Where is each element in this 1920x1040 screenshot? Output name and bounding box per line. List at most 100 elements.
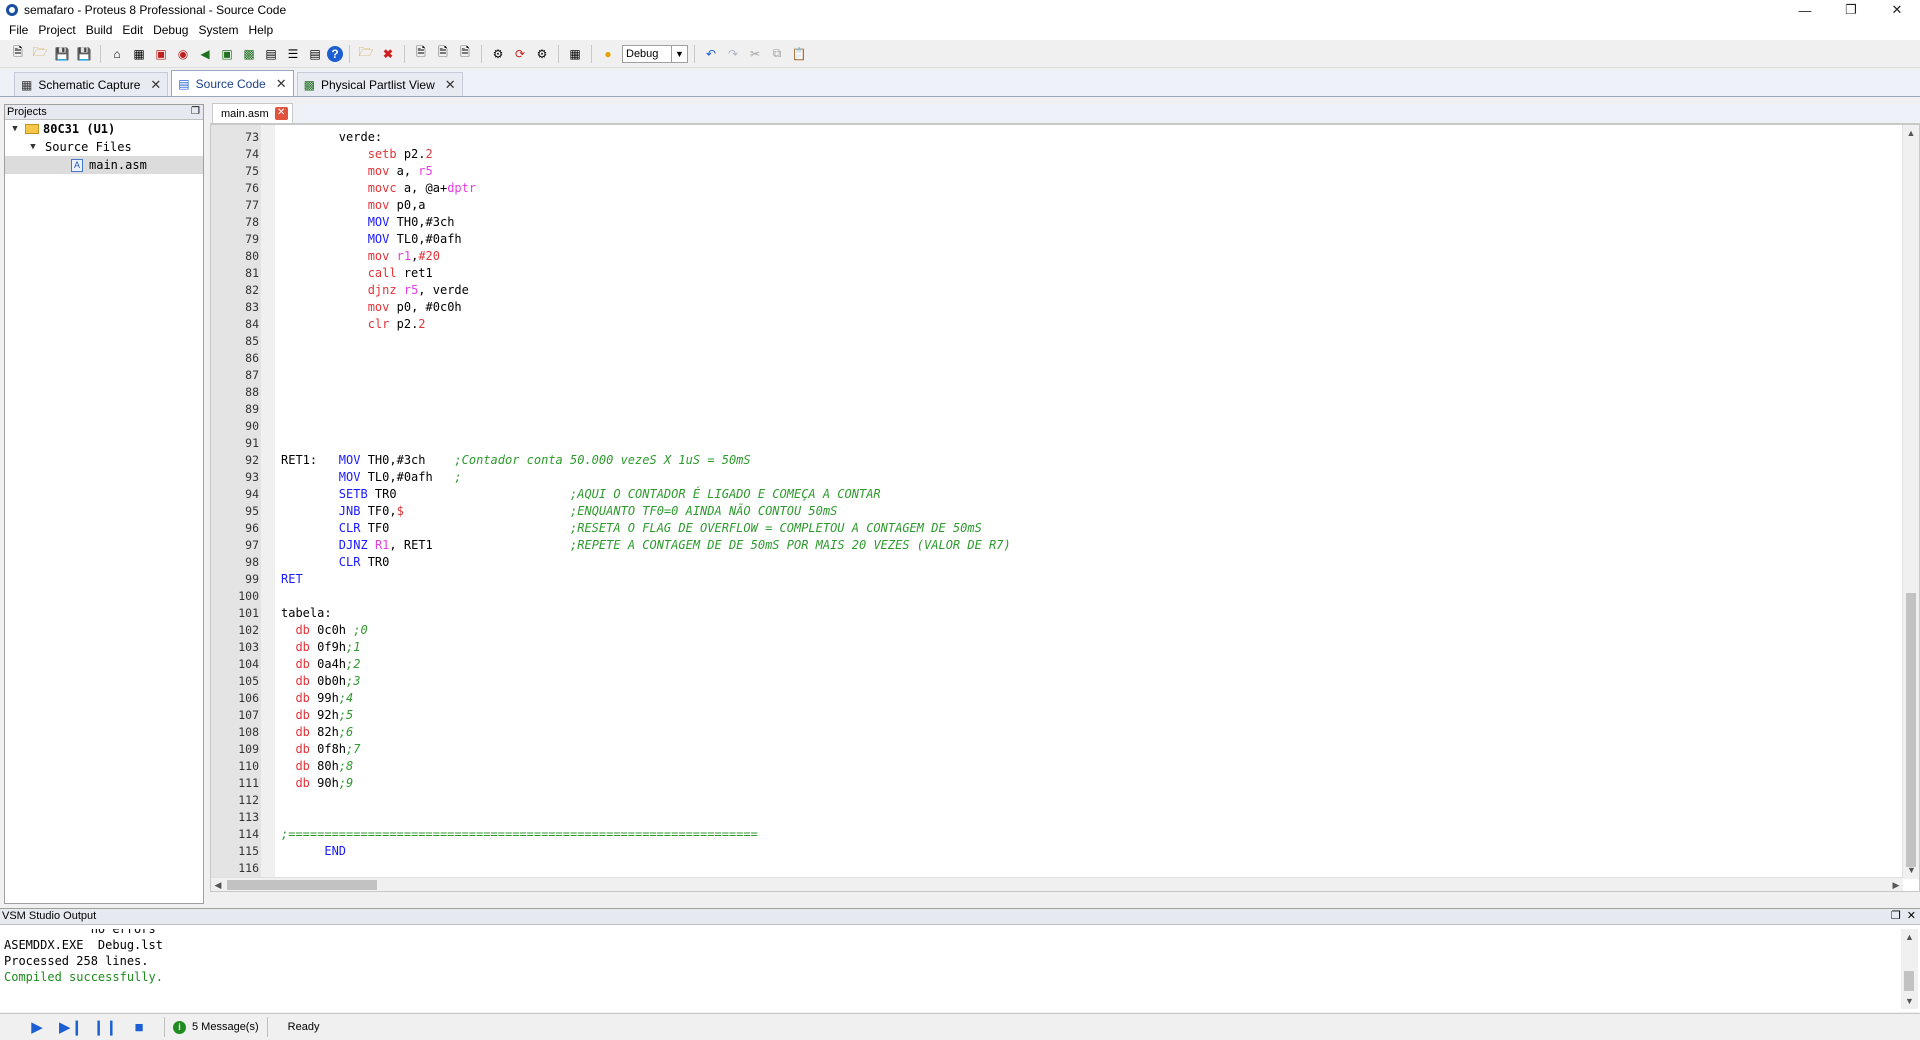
cut-icon[interactable]: ✂: [745, 44, 765, 64]
gerber-icon[interactable]: ◉: [173, 44, 193, 64]
code-line[interactable]: 96 CLR TF0 ;RESETA O FLAG DE OVERFLOW = …: [211, 520, 1891, 537]
play-icon[interactable]: ▶: [20, 1016, 54, 1038]
code-line[interactable]: 114 ;====================================…: [211, 826, 1891, 843]
code-line[interactable]: 78 MOV TH0,#3ch: [211, 214, 1891, 231]
code-line[interactable]: 110 db 80h;8: [211, 758, 1891, 775]
code-line[interactable]: 81 call ret1: [211, 265, 1891, 282]
code-line[interactable]: 87: [211, 367, 1891, 384]
code-line[interactable]: 112: [211, 792, 1891, 809]
code-line[interactable]: 84 clr p2.2: [211, 316, 1891, 333]
code-line[interactable]: 80 mov r1,#20: [211, 248, 1891, 265]
menu-system[interactable]: System: [193, 23, 243, 37]
close-icon[interactable]: ✕: [150, 77, 161, 93]
code-line[interactable]: 90: [211, 418, 1891, 435]
redo-icon[interactable]: ↷: [723, 44, 743, 64]
scroll-thumb[interactable]: [1906, 593, 1916, 867]
chevron-down-icon[interactable]: ▼: [9, 124, 21, 134]
pcb-layout-icon[interactable]: ▣: [151, 44, 171, 64]
code-line[interactable]: 109 db 0f8h;7: [211, 741, 1891, 758]
editor-tab-main-asm[interactable]: main.asm ✕: [212, 103, 293, 123]
copy-icon[interactable]: ⧉: [767, 44, 787, 64]
rebuild-icon[interactable]: ⟳: [510, 44, 530, 64]
code-line[interactable]: 104 db 0a4h;2: [211, 656, 1891, 673]
partlist-icon[interactable]: ☰: [283, 44, 303, 64]
chip-icon[interactable]: ▦: [565, 44, 585, 64]
new-source-icon[interactable]: 🗎: [411, 44, 431, 64]
menu-edit[interactable]: Edit: [117, 23, 148, 37]
code-line[interactable]: 85: [211, 333, 1891, 350]
notes-icon[interactable]: ▤: [261, 44, 281, 64]
code-line[interactable]: 105 db 0b0h;3: [211, 673, 1891, 690]
home-icon[interactable]: ⌂: [107, 44, 127, 64]
undo-icon[interactable]: ↶: [701, 44, 721, 64]
3d-viewer-icon[interactable]: ▣: [217, 44, 237, 64]
tree-item-source-files[interactable]: ▼ Source Files: [5, 138, 203, 156]
clean-icon[interactable]: ⚙: [532, 44, 552, 64]
code-line[interactable]: 100: [211, 588, 1891, 605]
code-line[interactable]: 115 END: [211, 843, 1891, 860]
code-line[interactable]: 92 RET1: MOV TH0,#3ch ;Contador conta 50.…: [211, 452, 1891, 469]
open-project-icon[interactable]: 🗁: [356, 44, 376, 64]
stop-icon[interactable]: ■: [122, 1016, 156, 1038]
menu-help[interactable]: Help: [243, 23, 278, 37]
code-line[interactable]: 93 MOV TL0,#0afh ;: [211, 469, 1891, 486]
scroll-right-icon[interactable]: ▶: [1889, 878, 1903, 892]
code-line[interactable]: 76 movc a, @a+dptr: [211, 180, 1891, 197]
build-config-select[interactable]: Debug ▼: [622, 44, 688, 63]
code-lines[interactable]: 73 verde: 74 setb p2.2 75 mov a, r5 76 movc…: [211, 129, 1891, 877]
step-icon[interactable]: ▶❙: [54, 1016, 88, 1038]
scroll-left-icon[interactable]: ◀: [211, 878, 225, 892]
code-line[interactable]: 74 setb p2.2: [211, 146, 1891, 163]
tree-item-80c31[interactable]: ▼ 80C31 (U1): [5, 120, 203, 138]
close-icon[interactable]: ✕: [445, 77, 456, 93]
chevron-down-icon[interactable]: ▼: [27, 142, 39, 152]
code-line[interactable]: 91: [211, 435, 1891, 452]
code-line[interactable]: 116: [211, 860, 1891, 877]
menu-project[interactable]: Project: [33, 23, 80, 37]
code-line[interactable]: 98 CLR TR0: [211, 554, 1891, 571]
code-line[interactable]: 77 mov p0,a: [211, 197, 1891, 214]
code-line[interactable]: 107 db 92h;5: [211, 707, 1891, 724]
menu-build[interactable]: Build: [81, 23, 118, 37]
code-line[interactable]: 113: [211, 809, 1891, 826]
scroll-thumb[interactable]: [1904, 971, 1914, 991]
tab-schematic-capture[interactable]: ▦ Schematic Capture ✕: [14, 72, 169, 96]
save-icon[interactable]: 💾: [52, 44, 72, 64]
scroll-up-icon[interactable]: ▲: [1903, 125, 1919, 142]
code-editor[interactable]: 73 verde: 74 setb p2.2 75 mov a, r5 76 movc…: [210, 124, 1920, 892]
help-icon[interactable]: ?: [327, 45, 343, 62]
float-panel-icon[interactable]: ❐: [1891, 909, 1901, 924]
new-file-icon[interactable]: 🗎: [8, 44, 28, 64]
code-line[interactable]: 102 db 0c0h ;0: [211, 622, 1891, 639]
code-line[interactable]: 108 db 82h;6: [211, 724, 1891, 741]
code-line[interactable]: 79 MOV TL0,#0afh: [211, 231, 1891, 248]
chevron-down-icon[interactable]: ▼: [672, 44, 688, 63]
delete-icon[interactable]: ✖: [378, 44, 398, 64]
messages-indicator[interactable]: i 5 Message(s): [173, 1020, 259, 1034]
add-source-icon[interactable]: 🗎: [433, 44, 453, 64]
close-icon[interactable]: ✕: [274, 107, 288, 120]
open-folder-icon[interactable]: 🗁: [30, 44, 50, 64]
code-line[interactable]: 75 mov a, r5: [211, 163, 1891, 180]
tree-item-main-asm[interactable]: A main.asm: [5, 156, 203, 174]
scroll-thumb[interactable]: [227, 880, 377, 890]
save-all-icon[interactable]: 💾: [74, 44, 94, 64]
code-line[interactable]: 111 db 90h;9: [211, 775, 1891, 792]
code-line[interactable]: 94 SETB TR0 ;AQUI O CONTADOR É LIGADO E …: [211, 486, 1891, 503]
code-line[interactable]: 103 db 0f9h;1: [211, 639, 1891, 656]
close-icon[interactable]: ✕: [276, 76, 287, 92]
code-line[interactable]: 73 verde:: [211, 129, 1891, 146]
bom-icon[interactable]: ▩: [239, 44, 259, 64]
document-icon[interactable]: ▤: [305, 44, 325, 64]
maximize-button[interactable]: ❐: [1828, 0, 1874, 20]
pause-icon[interactable]: ❙❙: [88, 1016, 122, 1038]
tab-source-code[interactable]: ▤ Source Code ✕: [171, 70, 294, 96]
scroll-down-icon[interactable]: ▼: [1903, 862, 1920, 879]
vertical-scrollbar[interactable]: ▲ ▼: [1902, 125, 1919, 879]
menu-debug[interactable]: Debug: [148, 23, 193, 37]
tab-physical-partlist-view[interactable]: ▩ Physical Partlist View ✕: [296, 72, 463, 96]
code-line[interactable]: 106 db 99h;4: [211, 690, 1891, 707]
code-line[interactable]: 99 RET: [211, 571, 1891, 588]
code-line[interactable]: 82 djnz r5, verde: [211, 282, 1891, 299]
scroll-up-icon[interactable]: ▲: [1901, 929, 1918, 945]
